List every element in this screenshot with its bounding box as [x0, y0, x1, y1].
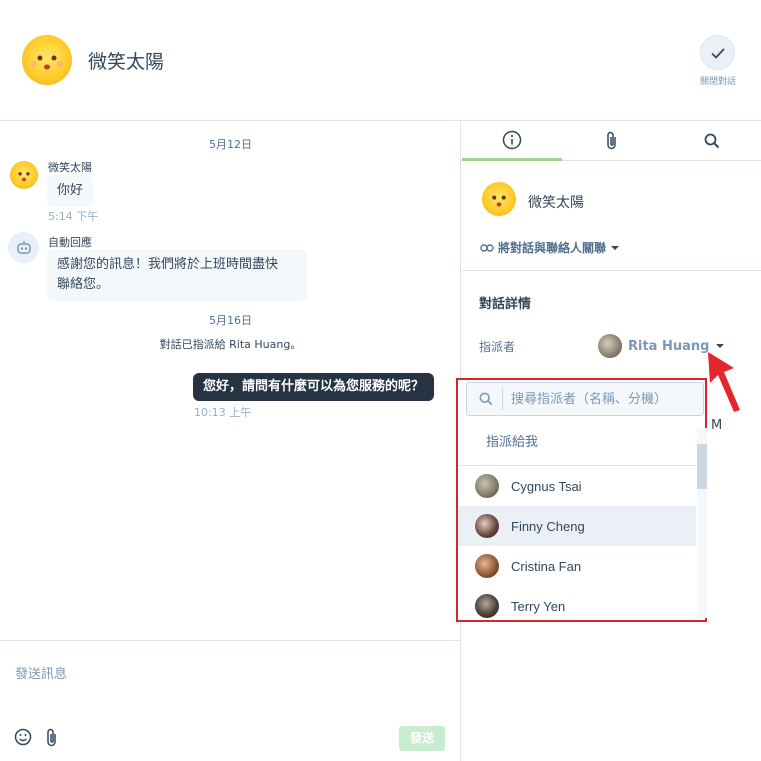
dropdown-scrollbar[interactable]: [697, 428, 707, 618]
caret-down-icon: [716, 344, 725, 348]
caret-down-icon: [611, 245, 620, 250]
contact-avatar: [15, 28, 79, 92]
message-time: 10:13 上午: [194, 406, 252, 419]
message-line: 感謝您的訊息！我們將於上班時間盡快: [57, 257, 279, 272]
check-icon: [710, 47, 725, 59]
tab-attachments[interactable]: [562, 121, 662, 161]
link-contact-button[interactable]: 將對話與聯絡人關聯: [480, 239, 620, 256]
attachment-icon: [607, 131, 616, 150]
user-avatar: [475, 594, 499, 618]
tab-search[interactable]: [662, 121, 761, 161]
close-conversation-label[interactable]: 關閉對話: [690, 74, 746, 87]
close-conversation-button[interactable]: [700, 35, 735, 70]
assignee-option[interactable]: Terry Yen: [458, 586, 696, 626]
system-message: 對話已指派給 Rita Huang。: [159, 338, 302, 351]
divider: [462, 270, 761, 271]
date-divider: 5月12日: [209, 138, 252, 151]
link-icon: [480, 243, 494, 252]
message-line: 聯絡您。: [57, 277, 110, 292]
assignee-option-name: Cristina Fan: [511, 558, 582, 574]
assignee-search-input[interactable]: [511, 389, 696, 409]
assignee-option-name: Finny Cheng: [511, 518, 585, 534]
sidebar-tabs: [462, 121, 761, 161]
red-arrow-annotation: [708, 352, 740, 412]
date-divider: 5月16日: [209, 314, 252, 327]
section-title: 對話詳情: [479, 297, 532, 312]
user-avatar: [475, 554, 499, 578]
assignee-option-name: Cygnus Tsai: [511, 478, 582, 494]
tab-info[interactable]: [462, 121, 562, 161]
sender-name: 自動回應: [48, 236, 92, 249]
robot-icon: [16, 240, 31, 254]
message-bubble: 感謝您的訊息！我們將於上班時間盡快 聯絡您。: [47, 249, 307, 301]
assignee-option[interactable]: Finny Cheng: [458, 506, 696, 546]
search-icon: [479, 392, 493, 406]
search-icon: [704, 133, 720, 149]
assignee-option-name: Terry Yen: [511, 598, 566, 614]
outgoing-message-bubble: 您好，請問有什麼可以為您服務的呢？: [193, 373, 435, 401]
assign-to-me-option[interactable]: 指派給我: [458, 428, 696, 466]
composer: 發送訊息 發送: [0, 640, 461, 761]
partial-text: M: [711, 418, 723, 433]
sender-name: 微笑太陽: [48, 161, 92, 174]
sender-avatar: [6, 157, 42, 193]
assignee-label: 指派者: [479, 340, 516, 354]
user-avatar: [475, 474, 499, 498]
contact-name: 微笑太陽: [88, 51, 165, 73]
link-contact-label: 將對話與聯絡人關聯: [498, 241, 607, 255]
send-button[interactable]: 發送: [399, 726, 445, 751]
assignee-option[interactable]: Cristina Fan: [458, 546, 696, 586]
assignee-name: Rita Huang: [628, 338, 710, 354]
message-time: 5:14 下午: [48, 210, 99, 223]
attachment-icon[interactable]: [45, 728, 59, 748]
bot-avatar: [8, 232, 39, 263]
assignee-avatar: [598, 334, 622, 358]
emoji-icon[interactable]: [14, 728, 32, 746]
conversation-header: 微笑太陽 關閉對話: [0, 0, 761, 121]
message-bubble: 你好: [47, 175, 94, 207]
message-input[interactable]: 發送訊息: [15, 663, 67, 682]
assignee-search[interactable]: [466, 382, 704, 416]
contact-avatar: [477, 177, 521, 221]
search-separator: [502, 388, 503, 410]
user-avatar: [475, 514, 499, 538]
info-icon: [502, 130, 522, 149]
message-thread: 5月12日 微笑太陽 你好 5:14 下午 自動回應 感謝您的訊息！我們將於上班…: [0, 121, 461, 761]
assignee-option[interactable]: Cygnus Tsai: [458, 466, 696, 506]
assignee-dropdown-menu: 指派給我 Cygnus Tsai Finny Cheng Cristina Fa…: [456, 378, 707, 622]
contact-name: 微笑太陽: [528, 195, 584, 211]
scrollbar-thumb[interactable]: [697, 444, 707, 489]
